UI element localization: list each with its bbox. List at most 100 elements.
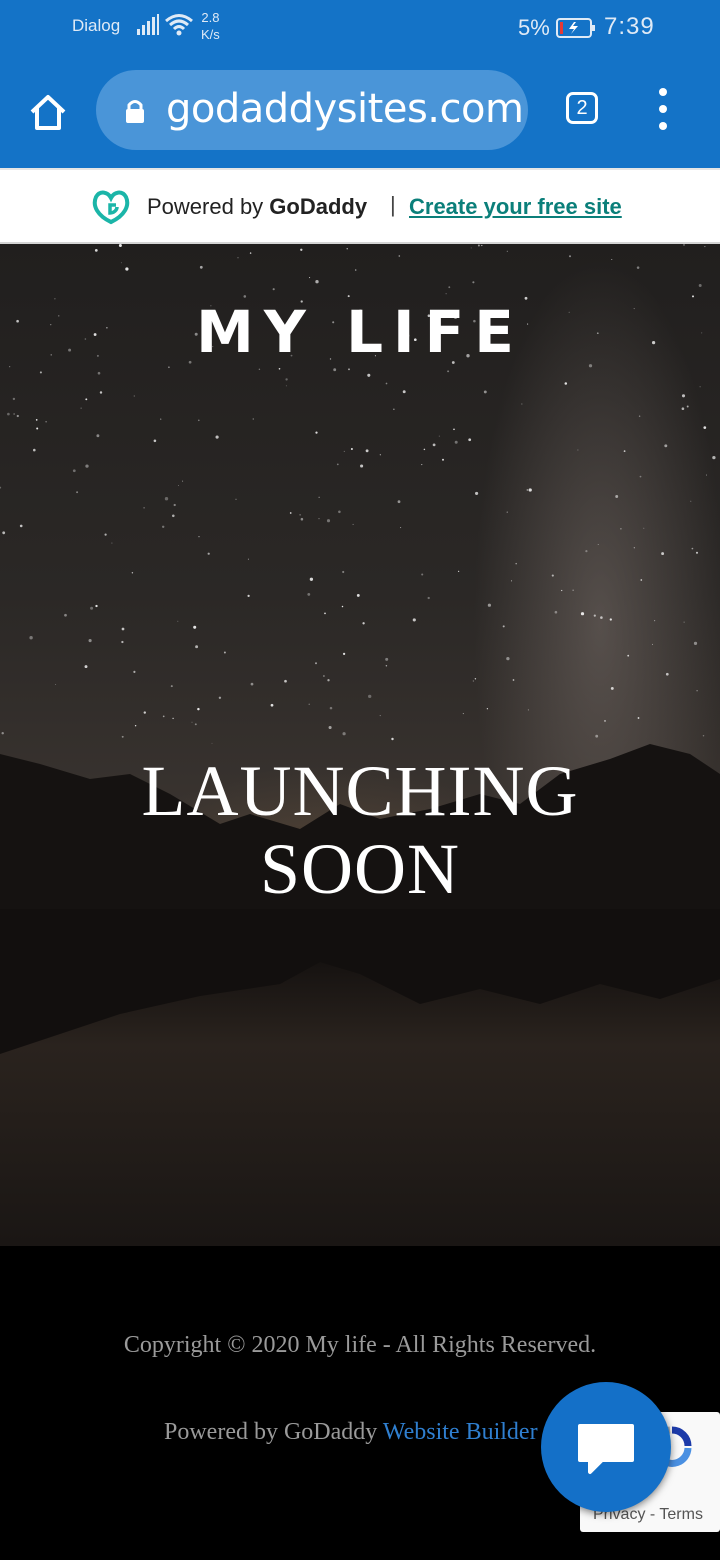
star <box>637 717 640 719</box>
chat-button[interactable] <box>541 1382 671 1512</box>
star <box>308 703 310 705</box>
carrier-name: Dialog <box>72 16 121 35</box>
star <box>568 255 572 258</box>
star <box>72 469 76 473</box>
star <box>580 612 585 616</box>
star <box>686 405 689 408</box>
star <box>468 438 472 442</box>
star <box>55 683 57 686</box>
star <box>36 427 39 430</box>
star <box>84 665 88 669</box>
star <box>705 474 707 476</box>
star <box>474 678 477 680</box>
star <box>561 589 563 592</box>
star <box>354 269 357 271</box>
tab-switcher-button[interactable]: 2 <box>566 92 598 124</box>
star <box>168 366 170 369</box>
star <box>636 266 640 269</box>
star <box>33 448 36 452</box>
star <box>453 428 455 431</box>
star <box>342 652 346 656</box>
star <box>481 244 483 247</box>
star <box>153 439 157 443</box>
star <box>270 703 274 707</box>
star <box>368 694 372 699</box>
star <box>85 398 88 401</box>
star <box>421 573 424 576</box>
star <box>652 643 653 645</box>
footer-powered-text: Powered by GoDaddy Website Builder <box>164 1419 538 1446</box>
star <box>615 495 619 498</box>
star <box>336 463 339 466</box>
star <box>526 489 528 491</box>
star <box>475 491 479 495</box>
copyright-text: Copyright © 2020 My life - All Rights Re… <box>123 1332 597 1358</box>
address-bar[interactable]: godaddysites.com <box>96 70 528 150</box>
star <box>12 397 16 401</box>
star <box>346 248 348 250</box>
star <box>690 500 692 502</box>
star <box>215 435 219 439</box>
star <box>577 449 579 451</box>
star <box>207 552 210 555</box>
star <box>350 447 353 451</box>
star <box>300 517 304 521</box>
website-builder-link[interactable]: Website Builder <box>383 1419 538 1445</box>
star <box>341 605 344 608</box>
star <box>402 390 406 394</box>
star <box>385 665 388 667</box>
url-text: godaddysites.com <box>166 86 524 132</box>
star <box>609 618 612 621</box>
star <box>502 625 505 628</box>
home-icon[interactable] <box>26 90 70 134</box>
star <box>289 512 292 514</box>
browser-toolbar: godaddysites.com 2 <box>0 56 720 168</box>
star <box>299 514 301 516</box>
star <box>284 679 287 683</box>
star <box>88 639 92 643</box>
star <box>328 725 332 730</box>
star <box>121 640 124 644</box>
star <box>638 415 641 417</box>
more-vert-icon[interactable] <box>650 86 676 132</box>
star <box>454 440 458 444</box>
star <box>683 244 685 246</box>
star <box>423 448 426 451</box>
star <box>173 503 176 507</box>
star <box>400 527 402 529</box>
star <box>356 593 360 597</box>
star <box>627 654 630 657</box>
star <box>76 491 79 494</box>
star <box>600 616 603 619</box>
star <box>521 403 523 405</box>
star <box>681 394 686 398</box>
star <box>285 385 287 387</box>
star <box>472 680 475 682</box>
star <box>585 550 588 553</box>
star <box>324 612 326 615</box>
star <box>195 645 199 649</box>
star <box>393 408 395 410</box>
star <box>365 449 369 453</box>
star <box>447 370 450 373</box>
star <box>85 464 89 468</box>
star <box>104 533 107 536</box>
star <box>96 434 100 438</box>
star <box>385 657 389 661</box>
chat-bubble-icon <box>578 1424 634 1474</box>
star <box>94 249 98 252</box>
star <box>362 622 365 625</box>
star <box>172 514 175 518</box>
create-free-site-link[interactable]: Create your free site <box>409 194 622 220</box>
star <box>472 281 475 284</box>
star <box>457 570 460 573</box>
star <box>99 391 103 394</box>
star <box>80 407 82 409</box>
star <box>7 412 10 416</box>
star <box>483 390 487 394</box>
star <box>421 464 423 466</box>
star <box>326 519 331 523</box>
star <box>551 574 554 577</box>
star <box>470 247 472 249</box>
star <box>506 511 508 513</box>
